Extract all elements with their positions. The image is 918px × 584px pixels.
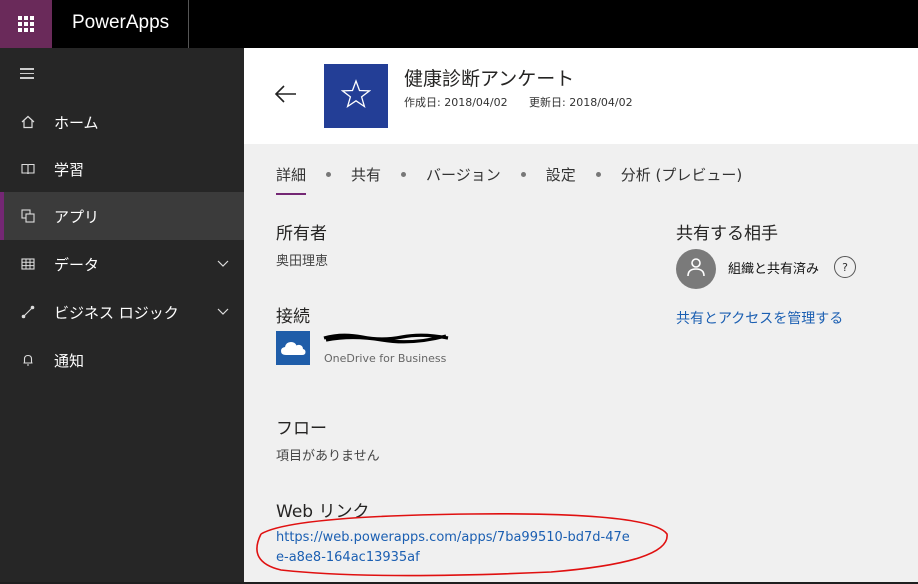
chevron-down-icon[interactable]	[216, 304, 230, 322]
web-link-title: Web リンク	[276, 502, 370, 522]
flow-icon	[20, 304, 36, 320]
divider	[188, 0, 189, 48]
back-arrow-icon[interactable]	[274, 84, 298, 108]
separator-dot	[401, 172, 407, 177]
sidebar-item-label: データ	[54, 255, 100, 274]
sidebar-item-label: 通知	[54, 351, 85, 370]
updated-date: 更新日: 2018/04/02	[529, 96, 633, 109]
share-status: 組織と共有済み	[728, 262, 820, 277]
sidebar-item-label: ビジネス ロジック	[54, 303, 179, 322]
shared-with-title: 共有する相手	[676, 224, 778, 244]
separator-dot	[595, 172, 601, 177]
sidebar-item-home[interactable]: ホーム	[0, 98, 244, 146]
app-tile	[324, 64, 388, 128]
avatar	[676, 249, 716, 289]
chevron-down-icon[interactable]	[216, 256, 230, 274]
app-header: 健康診断アンケート 作成日: 2018/04/02 更新日: 2018/04/0…	[244, 48, 918, 144]
sidebar-item-label: 学習	[54, 160, 85, 179]
star-icon	[340, 79, 372, 113]
sidebar-item-learn[interactable]: 学習	[0, 145, 244, 193]
sidebar-item-apps[interactable]: アプリ	[0, 192, 244, 240]
person-icon	[685, 256, 707, 282]
flow-title: フロー	[276, 419, 327, 439]
tab-share[interactable]: 共有	[351, 164, 381, 193]
connection-type: OneDrive for Business	[324, 352, 447, 365]
app-title[interactable]: PowerApps	[72, 12, 169, 34]
sidebar: ホーム 学習 アプリ データ ビジネス ロジック 通知	[0, 48, 244, 582]
help-icon[interactable]: ?	[834, 256, 856, 278]
owner-title: 所有者	[276, 224, 327, 244]
waffle-icon	[18, 16, 34, 32]
created-date: 作成日: 2018/04/02	[404, 96, 508, 109]
tab-details[interactable]: 詳細	[276, 164, 307, 195]
app-name: 健康診断アンケート	[404, 68, 575, 90]
sidebar-item-business-logic[interactable]: ビジネス ロジック	[0, 288, 244, 336]
separator-dot	[520, 172, 526, 177]
apps-icon	[20, 208, 36, 224]
connection-title: 接続	[276, 307, 310, 327]
onedrive-icon	[276, 331, 310, 365]
redaction-scribble	[322, 329, 452, 348]
sidebar-item-data[interactable]: データ	[0, 240, 244, 288]
web-link-url[interactable]: https://web.powerapps.com/apps/7ba99510-…	[276, 528, 636, 568]
book-icon	[20, 161, 36, 177]
sidebar-item-label: ホーム	[54, 113, 99, 132]
owner-name: 奥田理恵	[276, 254, 329, 269]
tab-analytics[interactable]: 分析 (プレビュー)	[621, 164, 742, 193]
waffle-button[interactable]	[0, 0, 52, 48]
details-panel: 詳細 共有 バージョン 設定 分析 (プレビュー) 所有者 奥田理恵 接続 On…	[244, 144, 918, 582]
separator-dot	[326, 172, 332, 177]
tab-bar: 詳細 共有 バージョン 設定 分析 (プレビュー)	[276, 164, 742, 195]
hamburger-icon[interactable]	[20, 68, 34, 82]
tab-settings[interactable]: 設定	[546, 164, 576, 193]
home-icon	[20, 114, 36, 130]
sidebar-item-notifications[interactable]: 通知	[0, 336, 244, 384]
bell-icon	[20, 352, 36, 368]
manage-sharing-link[interactable]: 共有とアクセスを管理する	[676, 308, 843, 328]
tab-versions[interactable]: バージョン	[426, 164, 501, 193]
top-bar: PowerApps	[0, 0, 918, 48]
table-icon	[20, 256, 36, 272]
flow-empty-text: 項目がありません	[276, 449, 380, 464]
sidebar-item-label: アプリ	[54, 207, 100, 226]
